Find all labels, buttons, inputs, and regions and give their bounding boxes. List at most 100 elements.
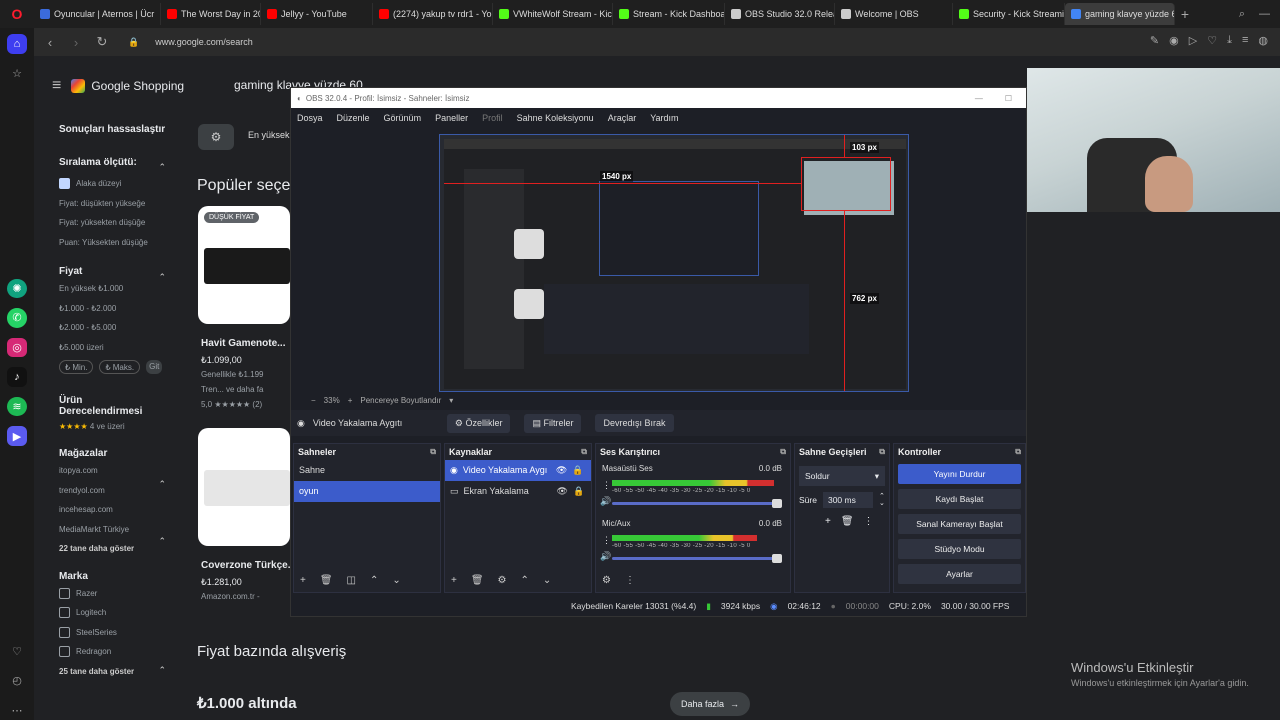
lock-icon[interactable]: 🔒: [572, 460, 583, 481]
volume-slider[interactable]: [612, 554, 782, 563]
browser-tab[interactable]: Welcome | OBS: [835, 3, 953, 25]
channel-menu-icon[interactable]: ⋮: [602, 480, 611, 491]
zoom-out-icon[interactable]: −: [311, 396, 316, 405]
browser-tab[interactable]: Security - Kick Streaming: [953, 3, 1065, 25]
browser-tab[interactable]: The Worst Day in 2016: A: [161, 3, 261, 25]
filter-icon[interactable]: ◫: [347, 575, 356, 586]
product-name[interactable]: Havit Gamenote...: [201, 338, 285, 349]
source-item[interactable]: ▭ Ekran Yakalama 👁 🔒: [445, 481, 591, 502]
volume-slider[interactable]: [612, 499, 782, 508]
settings-button[interactable]: Ayarlar: [898, 564, 1021, 584]
start-recording-button[interactable]: Kaydı Başlat: [898, 489, 1021, 509]
store-option[interactable]: incehesap.com: [59, 500, 178, 520]
menu-item[interactable]: Yardım: [650, 113, 678, 123]
dock-float-icon[interactable]: ⧉: [430, 447, 436, 457]
filters-button[interactable]: ▤ Filtreler: [524, 413, 582, 433]
stop-stream-button[interactable]: Yayını Durdur: [898, 464, 1021, 484]
brand-option[interactable]: Logitech: [59, 603, 178, 623]
speaker-icon[interactable]: 🔊: [600, 551, 611, 562]
search-tabs-icon[interactable]: ⌕: [1239, 8, 1245, 21]
browser-tab[interactable]: Jellyy - YouTube: [261, 3, 373, 25]
price-option[interactable]: ₺5.000 üzeri: [59, 338, 178, 358]
duration-input[interactable]: 300 ms: [822, 492, 873, 508]
profile-icon[interactable]: ◍: [1258, 34, 1268, 47]
reload-icon[interactable]: ↻: [94, 34, 110, 50]
brand-option[interactable]: Redragon: [59, 642, 178, 662]
transition-select[interactable]: Soldur ▾: [799, 466, 885, 486]
download-icon[interactable]: ⤓: [1227, 34, 1232, 47]
deactivate-button[interactable]: Devredışı Bırak: [595, 414, 674, 432]
down-icon[interactable]: ⌄: [392, 575, 400, 586]
new-tab-icon[interactable]: +: [1175, 6, 1195, 22]
play-icon[interactable]: ▷: [1189, 34, 1197, 47]
add-icon[interactable]: +: [451, 575, 457, 586]
instagram-icon[interactable]: ◎: [7, 337, 27, 358]
selection-box[interactable]: [801, 157, 891, 211]
price-go-button[interactable]: Git: [146, 360, 163, 374]
channel-menu-icon[interactable]: ⋮: [602, 535, 611, 546]
forward-icon[interactable]: ›: [68, 35, 84, 50]
browser-tab[interactable]: gaming klavye yüzde 60: [1065, 3, 1175, 25]
brand-option[interactable]: SteelSeries: [59, 623, 178, 643]
heart-dock-icon[interactable]: ♡: [7, 641, 27, 661]
more-button[interactable]: Daha fazla →: [670, 692, 750, 716]
filter-toggle-button[interactable]: ⚙: [198, 124, 234, 150]
down-icon[interactable]: ⌄: [543, 575, 551, 586]
spin-icon[interactable]: ⌃ ⌄: [879, 493, 885, 507]
filter-chip[interactable]: En yüksek: [248, 130, 290, 140]
sort-option[interactable]: Alaka düzeyi: [59, 174, 178, 194]
menu-item[interactable]: Görünüm: [384, 113, 422, 123]
chevron-up-icon[interactable]: ⌃: [158, 272, 166, 283]
menu-item[interactable]: Sahne Koleksiyonu: [517, 113, 594, 123]
product-name[interactable]: Coverzone Türkçe...: [201, 560, 296, 571]
history-icon[interactable]: ◴: [7, 671, 27, 691]
up-icon[interactable]: ⌃: [370, 575, 378, 586]
browser-tab[interactable]: Stream - Kick Dashboard: [613, 3, 725, 25]
add-icon[interactable]: +: [300, 575, 306, 586]
camera-icon[interactable]: ◉: [1169, 34, 1179, 47]
store-option[interactable]: itopya.com: [59, 461, 178, 481]
menu-item[interactable]: Araçlar: [608, 113, 637, 123]
hamburger-icon[interactable]: ≡: [52, 77, 61, 95]
sort-option[interactable]: Fiyat: yüksekten düşüğe: [59, 213, 178, 233]
eye-icon[interactable]: 👁: [557, 481, 568, 502]
price-option[interactable]: ₺2.000 - ₺5.000: [59, 318, 178, 338]
zoom-in-icon[interactable]: +: [348, 396, 353, 405]
dock-float-icon[interactable]: ⧉: [581, 447, 587, 457]
up-icon[interactable]: ⌃: [521, 575, 529, 586]
price-option[interactable]: ₺1.000 - ₺2.000: [59, 299, 178, 319]
studio-mode-button[interactable]: Stüdyo Modu: [898, 539, 1021, 559]
more-icon[interactable]: ⋯: [7, 700, 27, 720]
price-max-input[interactable]: ₺ Maks.: [99, 360, 141, 374]
rating-option[interactable]: ★★★★ 4 ve üzeri: [59, 417, 178, 437]
slider-knob[interactable]: [772, 554, 782, 563]
trash-icon[interactable]: 🗑: [841, 516, 854, 527]
chevron-up-icon[interactable]: ⌃: [158, 479, 166, 490]
browser-tab[interactable]: OBS Studio 32.0 Release: [725, 3, 835, 25]
trash-icon[interactable]: 🗑: [320, 575, 333, 586]
dock-float-icon[interactable]: ⧉: [1015, 447, 1021, 457]
properties-button[interactable]: ⚙ Özellikler: [446, 413, 511, 433]
scene-item[interactable]: Sahne: [294, 460, 440, 481]
chevron-down-icon[interactable]: ▾: [449, 396, 453, 405]
chevron-up-icon[interactable]: ⌃: [158, 536, 166, 547]
product-card[interactable]: DÜŞÜK FİYAT: [198, 206, 290, 324]
tiktok-icon[interactable]: ♪: [7, 367, 27, 387]
menu-item[interactable]: Düzenle: [337, 113, 370, 123]
heart-icon[interactable]: ♡: [1207, 34, 1217, 47]
minimize-icon[interactable]: —: [975, 94, 983, 103]
minimize-icon[interactable]: —: [1259, 8, 1270, 21]
star-icon[interactable]: ☆: [7, 64, 27, 84]
menu-item[interactable]: Paneller: [435, 113, 468, 123]
add-icon[interactable]: +: [825, 516, 831, 527]
chatgpt-icon[interactable]: ✺: [7, 278, 27, 299]
browser-tab[interactable]: (2274) yakup tv rdr1 - Yo: [373, 3, 493, 25]
whatsapp-icon[interactable]: ✆: [7, 308, 27, 328]
back-icon[interactable]: ‹: [42, 35, 58, 50]
eye-icon[interactable]: 👁: [556, 460, 567, 481]
obs-preview[interactable]: 103 px 1540 px 762 px: [291, 128, 1026, 392]
trash-icon[interactable]: 🗑: [471, 575, 484, 586]
speaker-icon[interactable]: 🔊: [600, 496, 611, 507]
gear-icon[interactable]: ⚙: [498, 575, 507, 586]
dock-float-icon[interactable]: ⧉: [780, 447, 786, 457]
